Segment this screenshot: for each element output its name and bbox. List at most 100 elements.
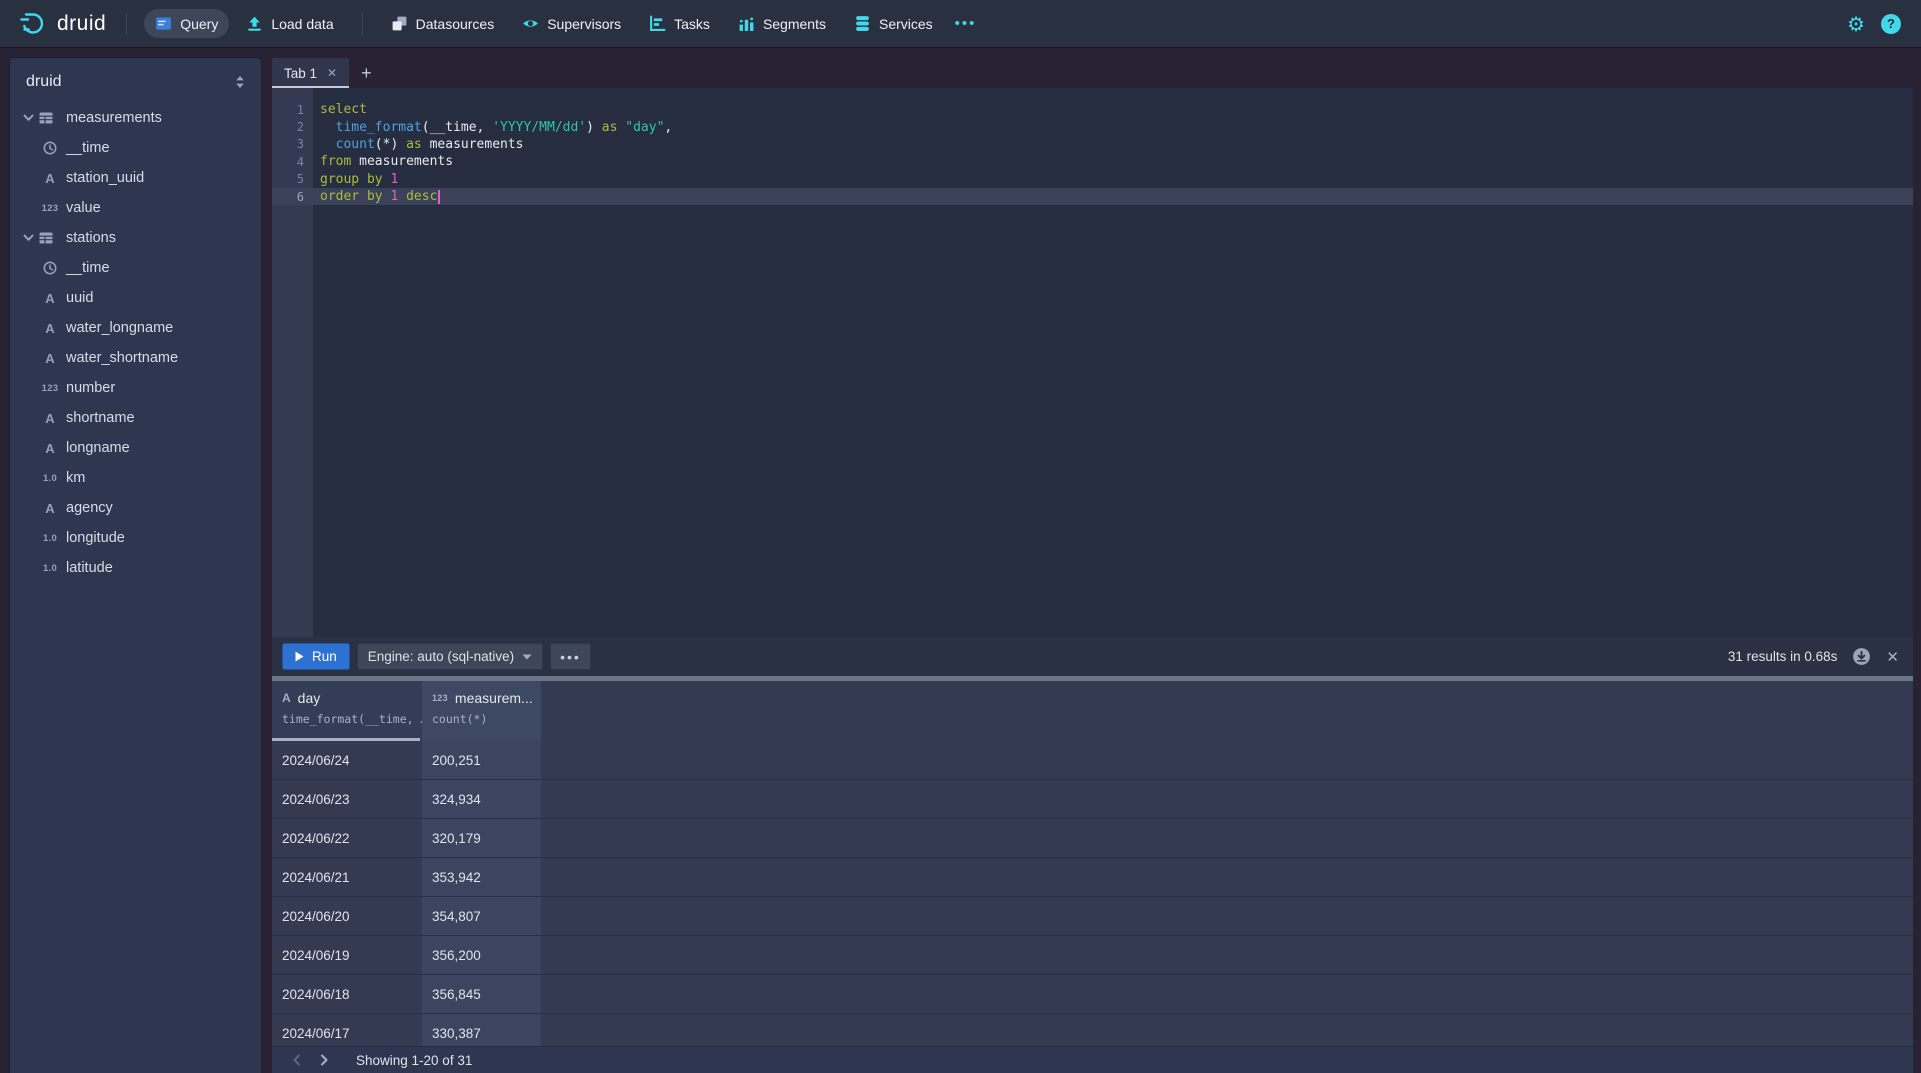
- supervisors-icon: [522, 15, 539, 32]
- tree-column-water-longname[interactable]: Awater_longname: [10, 313, 261, 343]
- line-number: 3: [272, 137, 313, 151]
- next-page-button[interactable]: [310, 1054, 338, 1066]
- tree-column-water-shortname[interactable]: Awater_shortname: [10, 343, 261, 373]
- column-header-day[interactable]: A day time_format(__time, …: [272, 681, 422, 741]
- nav-item-tasks[interactable]: Tasks: [638, 9, 721, 38]
- chevron-down-icon: [20, 114, 36, 122]
- number-type-icon: 123: [40, 383, 60, 394]
- tree-column-value[interactable]: 123value: [10, 193, 261, 223]
- engine-select[interactable]: Engine: auto (sql-native): [357, 643, 543, 670]
- logo-text: druid: [57, 12, 106, 36]
- druid-logo-icon: [18, 9, 48, 39]
- table-row: 2024/06/24200,251: [272, 741, 1913, 780]
- chevron-down-icon: [522, 654, 532, 660]
- previous-page-button[interactable]: [282, 1054, 310, 1066]
- tree-column-latitude[interactable]: 1.0latitude: [10, 553, 261, 583]
- nav-item-load-data[interactable]: Load data: [235, 9, 344, 38]
- nav-item-label: Tasks: [674, 16, 710, 32]
- tree-column-agency[interactable]: Aagency: [10, 493, 261, 523]
- tree-item-label: agency: [66, 500, 113, 516]
- tree-item-label: water_longname: [66, 320, 173, 336]
- column-formula: count(*): [432, 712, 541, 726]
- float-type-icon: 1.0: [40, 563, 60, 574]
- tree-column-shortname[interactable]: Ashortname: [10, 403, 261, 433]
- tree-column-longitude[interactable]: 1.0longitude: [10, 523, 261, 553]
- string-type-icon: A: [40, 171, 60, 186]
- segments-icon: [738, 15, 755, 32]
- cell-day[interactable]: 2024/06/23: [272, 780, 422, 818]
- download-icon[interactable]: [1852, 647, 1871, 666]
- cell-day[interactable]: 2024/06/20: [272, 897, 422, 935]
- nav-item-services[interactable]: Services: [843, 9, 944, 38]
- close-results-icon[interactable]: ✕: [1886, 648, 1899, 666]
- new-tab-button[interactable]: +: [349, 58, 384, 88]
- datasources-icon: [391, 15, 408, 32]
- tree-item-label: station_uuid: [66, 170, 144, 186]
- run-button[interactable]: Run: [282, 643, 350, 670]
- cell-day[interactable]: 2024/06/22: [272, 819, 422, 857]
- nav-item-query[interactable]: Query: [144, 9, 229, 38]
- cell-day[interactable]: 2024/06/21: [272, 858, 422, 896]
- tree-column-longname[interactable]: Alongname: [10, 433, 261, 463]
- cell-day[interactable]: 2024/06/18: [272, 975, 422, 1013]
- tree-column-number[interactable]: 123 number: [10, 373, 261, 403]
- cell-day[interactable]: 2024/06/24: [272, 741, 422, 779]
- cell-day[interactable]: 2024/06/17: [272, 1014, 422, 1046]
- code-line-2: 2 time_format(__time, 'YYYY/MM/dd') as "…: [272, 118, 1913, 135]
- navbar-right: ⚙ ?: [1847, 14, 1907, 34]
- cell-measurements[interactable]: 200,251: [422, 741, 541, 779]
- tree-column--time[interactable]: __time: [10, 133, 261, 163]
- query-more-button[interactable]: •••: [550, 643, 591, 670]
- cell-measurements[interactable]: 354,807: [422, 897, 541, 935]
- schema-label: druid: [26, 73, 62, 91]
- tree-column-km[interactable]: 1.0km: [10, 463, 261, 493]
- tree-item-label: stations: [66, 230, 116, 246]
- navbar-divider: [126, 13, 127, 35]
- cell-measurements[interactable]: 320,179: [422, 819, 541, 857]
- cell-measurements[interactable]: 330,387: [422, 1014, 541, 1046]
- load-data-icon: [246, 15, 263, 32]
- tree-table-stations[interactable]: stations: [10, 223, 261, 253]
- tab-1[interactable]: Tab 1 ✕: [272, 58, 349, 88]
- cell-measurements[interactable]: 356,845: [422, 975, 541, 1013]
- nav-item-supervisors[interactable]: Supervisors: [511, 9, 632, 38]
- tree-item-label: number: [66, 380, 115, 396]
- tree-item-label: km: [66, 470, 85, 486]
- tab-label: Tab 1: [284, 66, 317, 81]
- tree-column-uuid[interactable]: Auuid: [10, 283, 261, 313]
- nav-item-label: Datasources: [416, 16, 495, 32]
- cell-measurements[interactable]: 356,200: [422, 936, 541, 974]
- plus-icon: +: [361, 63, 372, 84]
- string-type-icon: A: [40, 441, 60, 456]
- sql-editor[interactable]: 1select2 time_format(__time, 'YYYY/MM/dd…: [272, 88, 1913, 637]
- tree-column--time[interactable]: __time: [10, 253, 261, 283]
- column-header-measurements[interactable]: 123 measurem... count(*): [422, 681, 541, 741]
- gear-icon[interactable]: ⚙: [1847, 14, 1865, 34]
- pagination-label: Showing 1-20 of 31: [356, 1053, 472, 1068]
- line-number: 2: [272, 120, 313, 134]
- nav-item-datasources[interactable]: Datasources: [380, 9, 506, 38]
- cell-day[interactable]: 2024/06/19: [272, 936, 422, 974]
- nav-item-label: Services: [879, 16, 933, 32]
- nav-item-segments[interactable]: Segments: [727, 9, 837, 38]
- cell-measurements[interactable]: 324,934: [422, 780, 541, 818]
- run-bar: Run Engine: auto (sql-native) ••• 31 res…: [272, 637, 1913, 676]
- nav-item-label: Load data: [271, 16, 333, 32]
- navbar: druid Query Load data Datasources Superviso…: [0, 0, 1921, 47]
- tree-column-station-uuid[interactable]: Astation_uuid: [10, 163, 261, 193]
- table-icon: [38, 230, 54, 246]
- tree-item-label: water_shortname: [66, 350, 178, 366]
- close-tab-icon[interactable]: ✕: [327, 66, 337, 80]
- time-type-icon: [40, 141, 60, 155]
- double-caret-vertical-icon[interactable]: [233, 73, 247, 91]
- cell-measurements[interactable]: 353,942: [422, 858, 541, 896]
- tree-table-measurements[interactable]: measurements: [10, 103, 261, 133]
- results-status: 31 results in 0.68s: [1728, 649, 1838, 664]
- engine-label: Engine: auto (sql-native): [368, 649, 514, 664]
- column-formula: time_format(__time, …: [282, 712, 422, 726]
- navbar-more-button[interactable]: •••: [947, 11, 985, 36]
- table-row: 2024/06/17330,387: [272, 1014, 1913, 1046]
- table-row: 2024/06/21353,942: [272, 858, 1913, 897]
- navbar-divider: [362, 13, 363, 35]
- help-button[interactable]: ?: [1881, 14, 1901, 34]
